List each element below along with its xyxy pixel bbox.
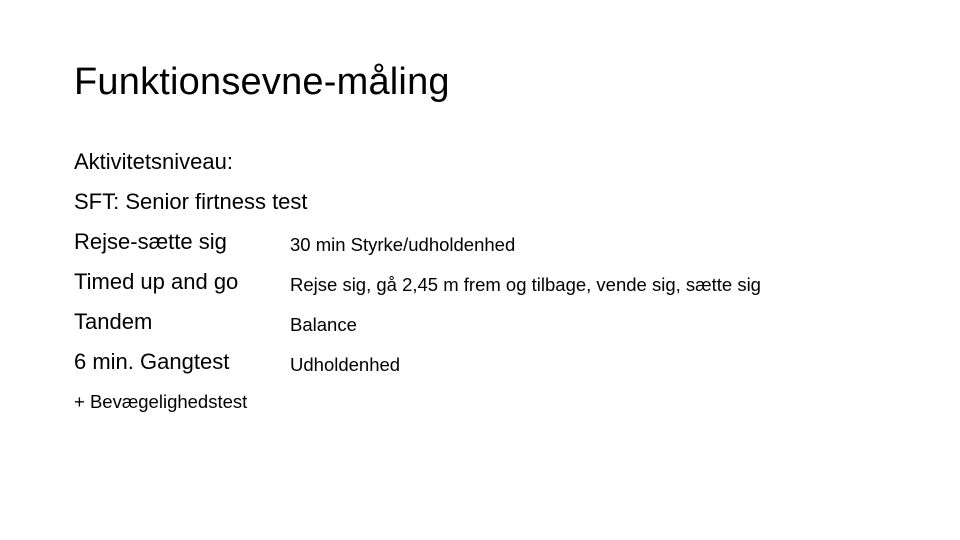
test-description: Balance <box>290 314 357 335</box>
test-row-timed-up-and-go: Timed up and go Rejse sig, gå 2,45 m fre… <box>74 268 934 296</box>
test-name: Timed up and go <box>74 269 239 294</box>
test-row-6-min-gangtest: 6 min. Gangtest Udholdenhed <box>74 348 934 376</box>
sft-heading: SFT: Senior firtness test <box>74 189 308 214</box>
test-name: Rejse-sætte sig <box>74 229 227 254</box>
test-description: 30 min Styrke/udholdenhed <box>290 234 516 255</box>
test-row-rejse-saette-sig: Rejse-sætte sig 30 min Styrke/udholdenhe… <box>74 228 934 256</box>
activity-level-heading: Aktivitetsniveau: <box>74 149 233 174</box>
test-row-tandem: Tandem Balance <box>74 308 934 336</box>
mobility-test-note: + Bevægelighedstest <box>74 391 248 412</box>
test-name: 6 min. Gangtest <box>74 349 230 374</box>
slide: Funktionsevne-måling Aktivitetsniveau: S… <box>0 0 960 540</box>
test-name: Tandem <box>74 309 153 334</box>
test-description: Udholdenhed <box>290 354 401 375</box>
test-description: Rejse sig, gå 2,45 m frem og tilbage, ve… <box>290 274 761 295</box>
slide-title: Funktionsevne-måling <box>74 61 450 103</box>
